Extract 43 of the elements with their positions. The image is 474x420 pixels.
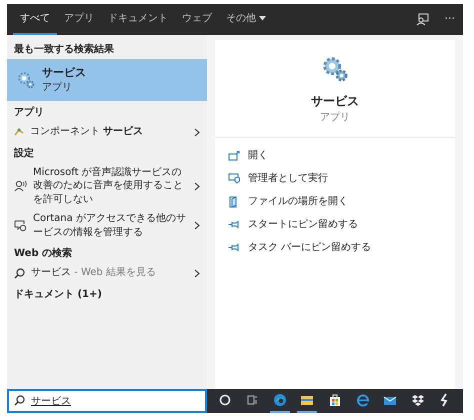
result-title: コンポーネント サービス <box>30 126 144 138</box>
result-type: アプリ <box>42 80 73 94</box>
search-field[interactable]: サービス <box>7 389 207 413</box>
search-tab[interactable]: ウェブ <box>175 4 219 35</box>
section-heading: Web の検索 <box>13 246 74 262</box>
monitor-shield-icon <box>228 173 240 184</box>
more-button[interactable]: ··· <box>436 4 463 35</box>
chevron-icon <box>194 128 200 137</box>
chevron-icon <box>194 221 200 230</box>
section-heading: 最も一致する検索結果 <box>13 42 115 57</box>
component-icon <box>14 127 24 138</box>
gear-icon <box>16 70 36 90</box>
result-title: Microsoft が音声認識サービスの改善のために音声を使用することを許可しない <box>33 166 183 205</box>
action-link[interactable]: 管理者として実行 <box>215 169 455 188</box>
microphone-person-icon <box>14 180 27 192</box>
action-link[interactable]: 開く <box>215 146 455 165</box>
result-hint: - Web 結果を見る <box>73 267 156 278</box>
preview-type: アプリ <box>320 110 350 125</box>
preview-title: サービス <box>311 93 359 110</box>
chevron-icon <box>194 182 200 191</box>
result-title: サービス <box>31 267 71 278</box>
action-link[interactable]: ファイルの場所を開く <box>215 192 455 211</box>
chat-bubble-icon <box>14 220 27 232</box>
result-title: Cortana がアクセスできる他のサービスの情報を管理する <box>33 213 186 238</box>
search-tab[interactable]: その他 <box>219 4 273 35</box>
result-item[interactable]: コンポーネント サービス <box>7 122 207 142</box>
result-item[interactable]: Cortana がアクセスできる他のサービスの情報を管理する <box>7 209 207 242</box>
search-tab[interactable]: アプリ <box>57 4 101 35</box>
action-link[interactable]: スタートにピン留めする <box>215 215 455 234</box>
result-title: サービス <box>42 66 87 81</box>
search-icon <box>14 395 25 406</box>
chevron-icon <box>194 268 200 278</box>
section-heading: ドキュメント (1+) <box>13 288 103 302</box>
pin-icon <box>228 243 240 252</box>
result-item[interactable]: Microsoft が音声認識サービスの改善のために音声を使用することを許可しない <box>7 162 207 210</box>
section-heading: 設定 <box>12 146 35 161</box>
result-item[interactable]: サービス - Web 結果を見る <box>7 263 207 283</box>
pin-icon <box>228 220 240 229</box>
search-icon <box>14 268 25 279</box>
search-tab[interactable]: ドキュメント <box>101 4 175 35</box>
section-heading: アプリ <box>13 105 45 120</box>
action-link[interactable]: タスク バーにピン留めする <box>215 238 455 257</box>
best-match-item[interactable]: サービス アプリ <box>7 59 207 102</box>
